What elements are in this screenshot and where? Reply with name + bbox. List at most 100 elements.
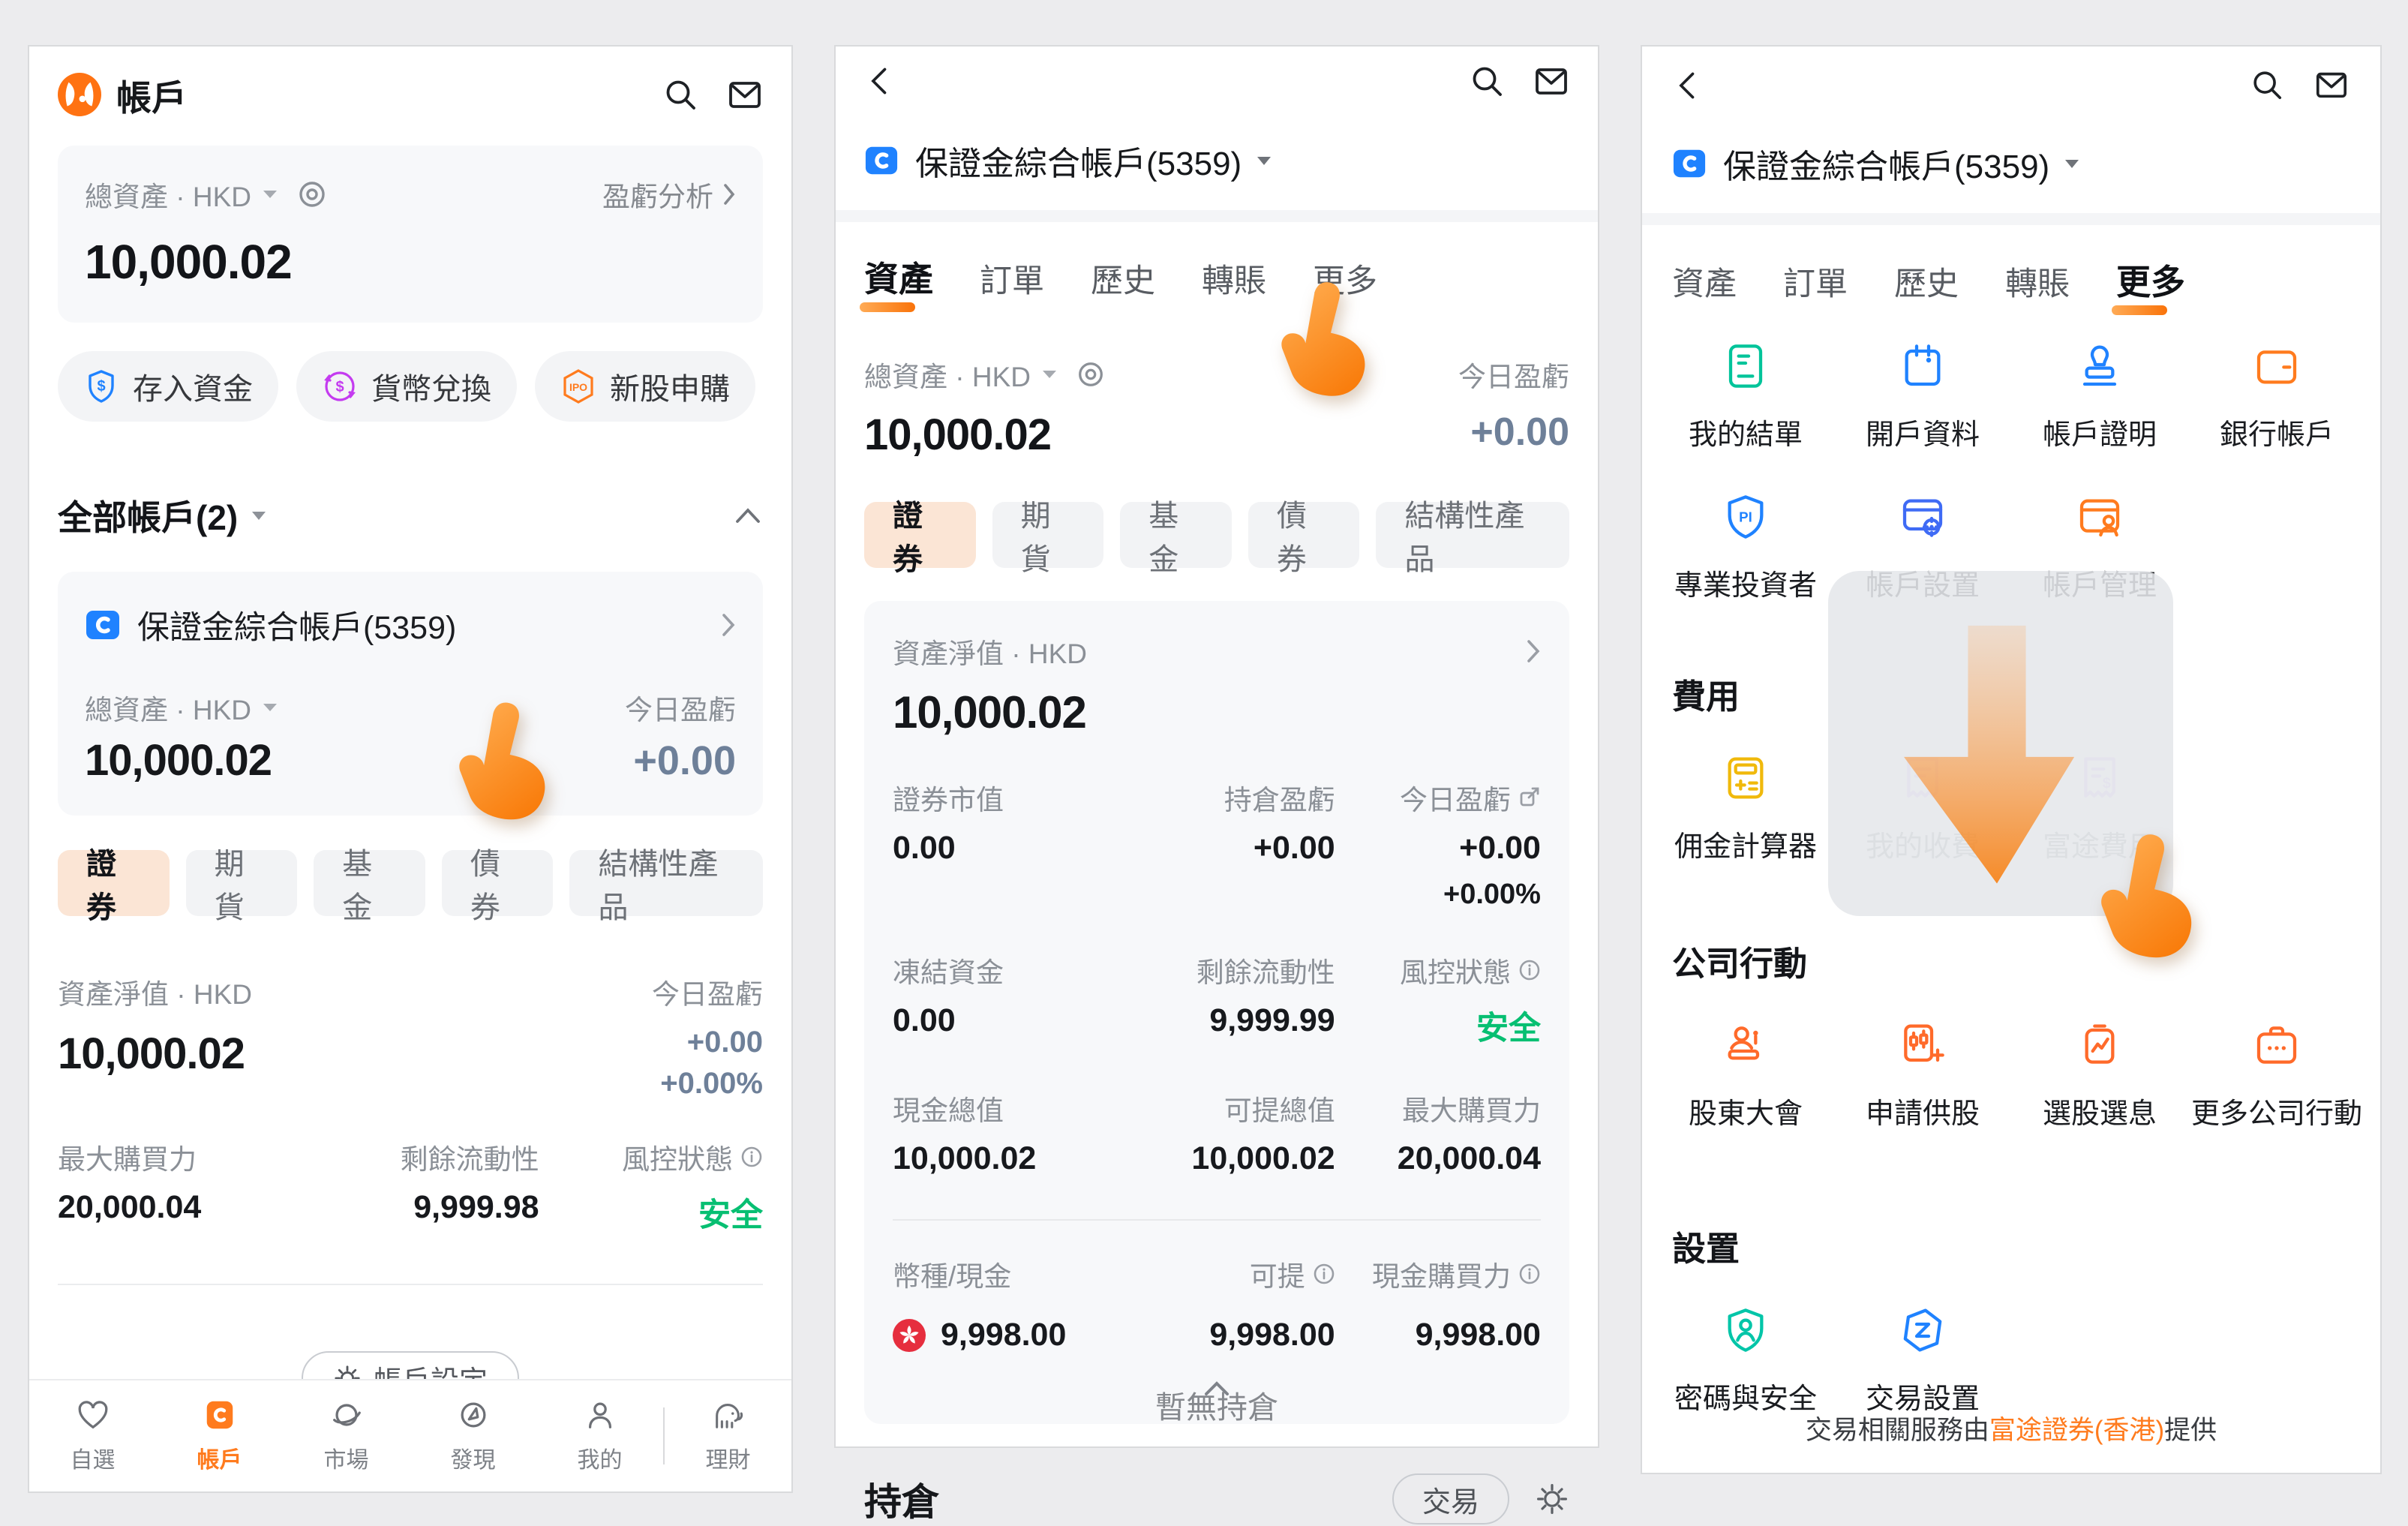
tab-assets[interactable]: 資產	[864, 252, 933, 312]
screen-account-more: 保證金綜合帳戶(5359) 資產 訂單 歷史 轉賬 更多 我的結單 開戶資料 帳…	[1641, 45, 2382, 1474]
menu-scrip-dividend[interactable]: 選股選息	[2011, 1021, 2188, 1131]
position-pl-value: +0.00	[1129, 830, 1335, 867]
chevron-down-icon	[1255, 154, 1273, 167]
tab-more[interactable]: 更多	[2116, 255, 2185, 315]
menu-commission-calculator[interactable]: 佣金計算器	[1657, 754, 1834, 864]
menu-account-proof[interactable]: 帳戶證明	[2011, 342, 2188, 452]
total-assets-value: 10,000.02	[85, 234, 736, 290]
deposit-funds-button[interactable]: $ 存入資金	[58, 351, 278, 422]
info-icon[interactable]	[1518, 959, 1541, 981]
security-shield-icon	[1722, 1306, 1770, 1354]
account-selector[interactable]: 保證金綜合帳戶(5359)	[1657, 140, 2365, 188]
info-icon[interactable]	[1313, 1263, 1335, 1285]
tab-history[interactable]: 歷史	[1091, 255, 1155, 312]
chevron-down-icon	[262, 188, 278, 200]
menu-more-corp-actions[interactable]: 更多公司行動	[2188, 1021, 2365, 1131]
nav-watchlist[interactable]: 自選	[29, 1398, 156, 1474]
app-logo-icon	[58, 73, 101, 116]
menu-trade-settings[interactable]: 交易設置	[1834, 1306, 2011, 1416]
risk-status-value: 安全	[1335, 1002, 1541, 1049]
mail-icon[interactable]	[1533, 63, 1569, 99]
total-assets-label[interactable]: 總資產 · HKD	[864, 354, 1031, 395]
tab-funds[interactable]: 基金	[1120, 502, 1232, 568]
tab-funds[interactable]: 基金	[314, 850, 425, 916]
tab-bonds[interactable]: 債券	[1248, 502, 1360, 568]
margin-account-card[interactable]: 保證金綜合帳戶(5359) 總資產 · HKD 今日盈虧 10,000.02 +…	[58, 572, 763, 816]
elephant-icon	[711, 1398, 746, 1432]
tab-bonds[interactable]: 債券	[442, 850, 554, 916]
back-icon[interactable]	[864, 65, 897, 98]
menu-bank-account[interactable]: 銀行帳戶	[2188, 342, 2365, 452]
today-pl-label: 今日盈虧	[652, 972, 763, 1012]
screen-account-assets: 保證金綜合帳戶(5359) 資產 訂單 歷史 轉賬 更多 總資產 · HKD 1…	[834, 45, 1599, 1448]
tab-orders[interactable]: 訂單	[1783, 258, 1848, 315]
tutorial-hand-cursor	[433, 692, 575, 834]
nav-wealth[interactable]: 理財	[665, 1398, 791, 1474]
menu-account-info[interactable]: 開戶資料	[1834, 342, 2011, 452]
nav-markets[interactable]: 市場	[283, 1398, 410, 1474]
all-accounts-title[interactable]: 全部帳戶(2)	[58, 491, 238, 540]
positions-title: 持倉	[864, 1472, 939, 1526]
more-topbar	[1657, 47, 2365, 108]
info-icon[interactable]	[740, 1146, 763, 1168]
wallet-icon	[203, 1398, 237, 1432]
nav-me[interactable]: 我的	[536, 1398, 663, 1474]
nav-discover[interactable]: 發現	[410, 1398, 536, 1474]
total-assets-label[interactable]: 總資產 · HKD	[85, 174, 251, 215]
gear-icon[interactable]	[1535, 1482, 1569, 1516]
account-asset-label[interactable]: 總資產 · HKD	[85, 687, 251, 728]
home-header: 帳戶	[58, 47, 763, 123]
info-icon[interactable]	[1518, 1263, 1541, 1285]
mail-icon[interactable]	[727, 77, 763, 113]
tab-securities[interactable]: 證券	[864, 502, 976, 568]
tab-securities[interactable]: 證券	[58, 850, 170, 916]
search-icon[interactable]	[2250, 68, 2286, 104]
pl-analysis-link[interactable]: 盈虧分析	[602, 174, 736, 215]
all-accounts-header: 全部帳戶(2)	[58, 491, 763, 540]
visibility-icon[interactable]	[1076, 359, 1106, 389]
cash-hkd-row[interactable]: 9,998.00 9,998.00 9,998.00	[893, 1317, 1541, 1353]
menu-rights-subscription[interactable]: 申請供股	[1834, 1021, 2011, 1131]
search-icon[interactable]	[662, 77, 698, 113]
tab-structured[interactable]: 結構性產品	[569, 850, 763, 916]
collapse-icon[interactable]	[733, 506, 763, 525]
assets-summary: 總資產 · HKD 10,000.02 今日盈虧 +0.00	[864, 354, 1569, 460]
ipo-subscription-button[interactable]: IPO 新股申購	[535, 351, 755, 422]
trade-button[interactable]: 交易	[1392, 1473, 1509, 1524]
tab-orders[interactable]: 訂單	[980, 255, 1044, 312]
account-selector[interactable]: 保證金綜合帳戶(5359)	[864, 137, 1569, 185]
menu-shareholder-meeting[interactable]: 股東大會	[1657, 1021, 1834, 1131]
mail-icon[interactable]	[2314, 68, 2350, 104]
back-icon[interactable]	[1672, 69, 1705, 102]
max-buying-power-value: 20,000.04	[58, 1189, 315, 1226]
calculator-icon	[1722, 754, 1770, 802]
menu-my-statements[interactable]: 我的結單	[1657, 342, 1834, 452]
broker-link[interactable]: 富途證券(香港)	[1989, 1416, 2164, 1445]
tab-structured[interactable]: 結構性產品	[1376, 502, 1569, 568]
nav-account[interactable]: 帳戶	[156, 1398, 283, 1474]
ipo-icon: IPO	[560, 368, 596, 404]
planet-icon	[329, 1398, 364, 1432]
tab-history[interactable]: 歷史	[1894, 258, 1959, 315]
share-icon[interactable]	[1518, 786, 1541, 809]
visibility-icon[interactable]	[296, 179, 328, 210]
chevron-down-icon	[1041, 368, 1058, 380]
today-pl-value: +0.00	[1335, 830, 1541, 867]
securities-mv-value: 0.00	[893, 830, 1129, 867]
tab-transfer[interactable]: 轉賬	[2005, 258, 2070, 315]
hkd-buying-power-value: 9,998.00	[1416, 1317, 1541, 1353]
tab-futures[interactable]: 期貨	[186, 850, 298, 916]
menu-professional-investor[interactable]: PI 專業投資者	[1657, 493, 1834, 603]
currency-exchange-button[interactable]: $ 貨幣兌換	[296, 351, 517, 422]
search-icon[interactable]	[1469, 63, 1505, 99]
total-assets-card[interactable]: 總資產 · HKD 盈虧分析 10,000.02	[58, 146, 763, 323]
account-asset-value: 10,000.02	[85, 735, 272, 786]
detail-row-3: 現金總值 10,000.02 可提總值 10,000.02 最大購買力 20,0…	[893, 1088, 1541, 1177]
tab-assets[interactable]: 資產	[1672, 258, 1737, 315]
chevron-right-icon	[1526, 638, 1541, 664]
card-gear-icon	[1899, 493, 1947, 541]
net-assets-card[interactable]: 資產淨值 · HKD 10,000.02 證券市值 0.00 持倉盈虧 +0.0…	[864, 601, 1569, 1424]
menu-password-security[interactable]: 密碼與安全	[1657, 1306, 1834, 1416]
pi-shield-icon: PI	[1722, 493, 1770, 541]
tab-futures[interactable]: 期貨	[992, 502, 1104, 568]
